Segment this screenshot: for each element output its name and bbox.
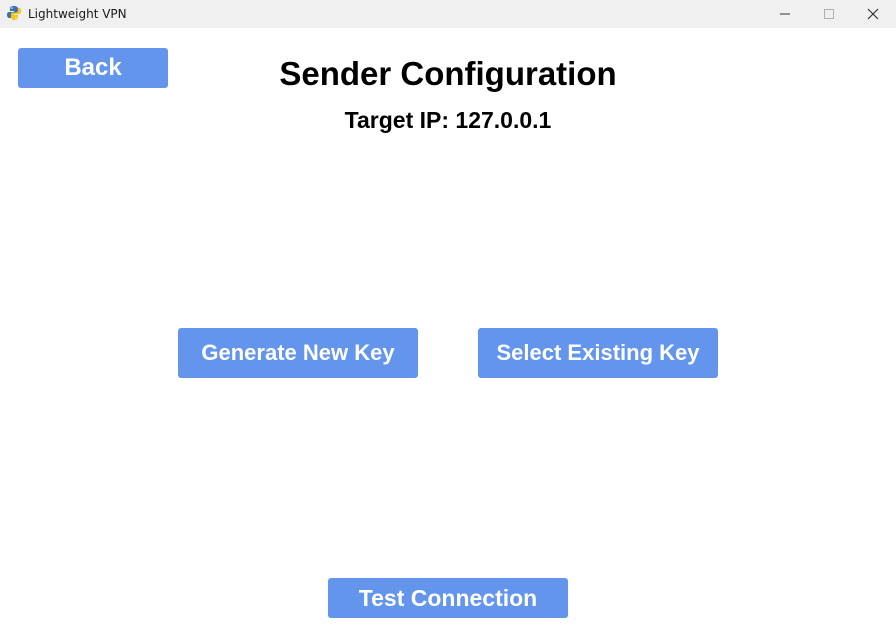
generate-new-key-button[interactable]: Generate New Key — [178, 328, 418, 378]
minimize-button[interactable] — [762, 0, 808, 28]
close-button[interactable] — [850, 0, 896, 28]
maximize-button[interactable] — [806, 0, 852, 28]
select-existing-key-button[interactable]: Select Existing Key — [478, 328, 718, 378]
window-title: Lightweight VPN — [28, 7, 127, 21]
minimize-icon — [780, 13, 790, 15]
page-title: Sender Configuration — [279, 55, 617, 92]
target-ip-label: Target IP: 127.0.0.1 — [344, 107, 552, 133]
main-content: Back Sender Configuration Target IP: 127… — [0, 28, 896, 624]
maximize-icon — [824, 9, 834, 19]
python-snake-icon — [6, 5, 22, 21]
test-connection-button[interactable]: Test Connection — [328, 578, 568, 618]
close-icon — [867, 8, 879, 20]
app-window: Lightweight VPN Back Sender Configuratio… — [0, 0, 896, 624]
title-bar[interactable]: Lightweight VPN — [0, 0, 896, 28]
